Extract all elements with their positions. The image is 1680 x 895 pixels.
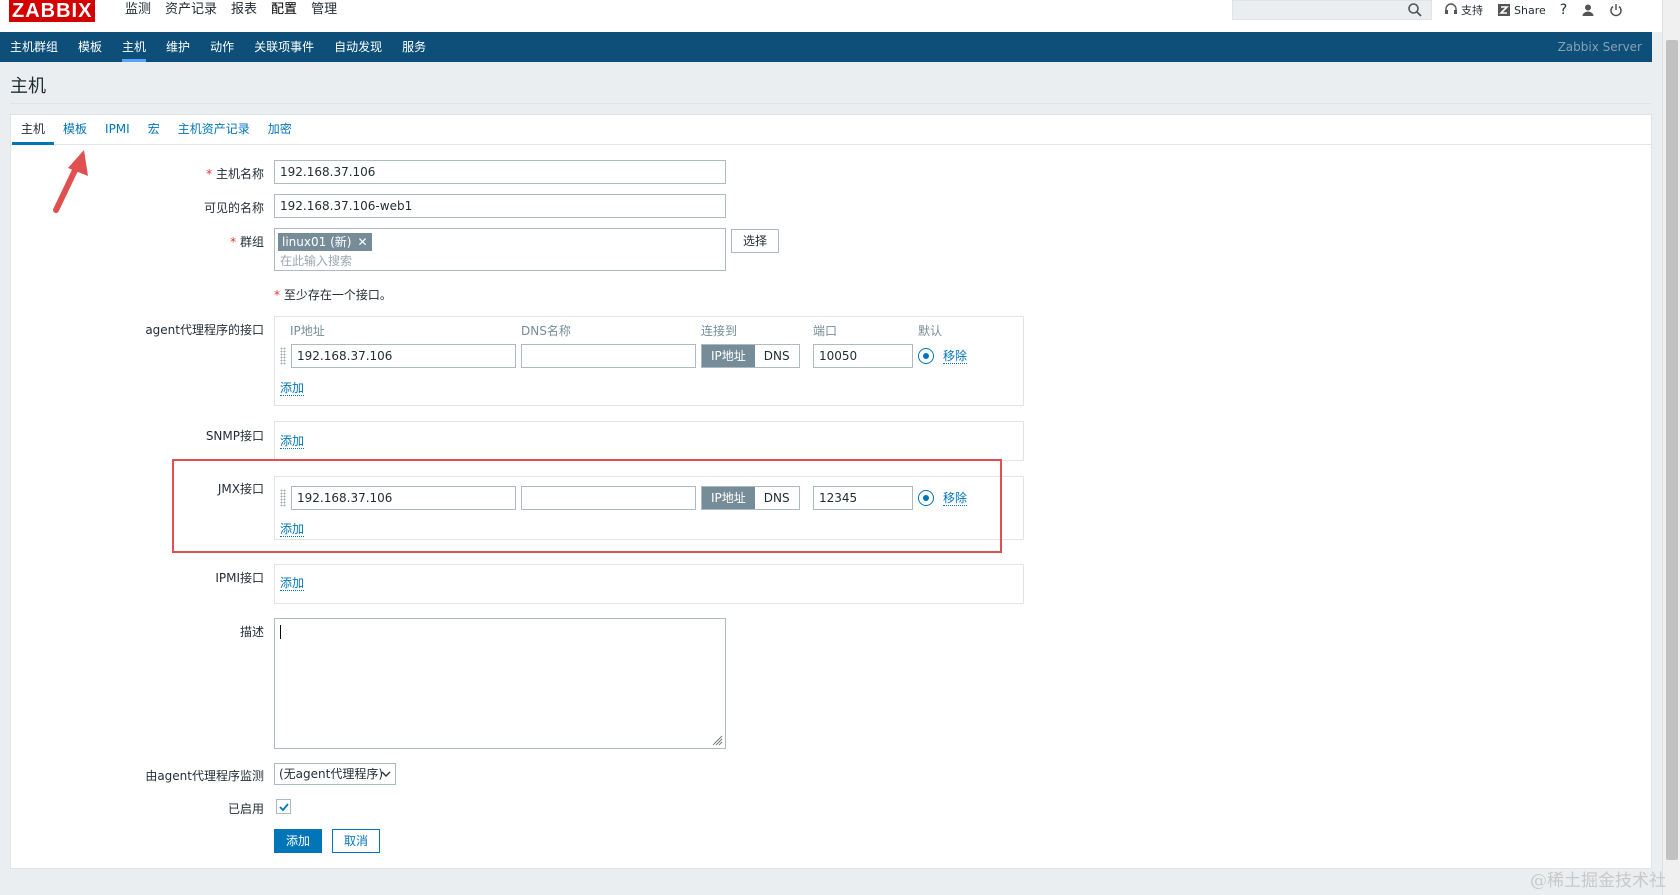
subnav-discovery[interactable]: 自动发现 xyxy=(324,32,392,62)
headset-icon xyxy=(1445,3,1457,14)
group-search-placeholder[interactable]: 在此输入搜索 xyxy=(280,252,352,269)
search-input[interactable] xyxy=(1232,0,1432,20)
subnav-hosts[interactable]: 主机 xyxy=(112,32,156,62)
share-link[interactable]: Share xyxy=(1497,3,1546,17)
remove-chip-icon[interactable]: ✕ xyxy=(357,233,367,251)
chevron-down-icon xyxy=(381,771,391,777)
agent-connect-toggle[interactable]: IP地址 DNS xyxy=(701,344,800,368)
menu-inventory[interactable]: 资产记录 xyxy=(158,0,224,32)
menu-reports[interactable]: 报表 xyxy=(224,0,264,32)
subnav-templates[interactable]: 模板 xyxy=(68,32,112,62)
support-label: 支持 xyxy=(1461,4,1483,17)
tab-encryption[interactable]: 加密 xyxy=(259,114,301,144)
share-label: Share xyxy=(1514,3,1546,17)
red-arrow-annotation xyxy=(53,150,88,213)
menu-administration[interactable]: 管理 xyxy=(304,0,344,32)
subnav-maintenance[interactable]: 维护 xyxy=(156,32,200,62)
search-icon[interactable] xyxy=(1406,1,1424,19)
proxy-select[interactable]: (无agent代理程序) xyxy=(274,763,396,785)
page-title: 主机 xyxy=(10,76,46,97)
user-icon[interactable] xyxy=(1581,3,1595,17)
drag-handle-icon[interactable] xyxy=(280,347,286,365)
agent-connect-ip[interactable]: IP地址 xyxy=(702,345,755,367)
server-name: Zabbix Server xyxy=(1557,40,1642,54)
help-link[interactable]: ? xyxy=(1560,2,1567,18)
description-textarea[interactable] xyxy=(274,618,726,749)
red-highlight-box xyxy=(172,459,1002,553)
subnav-host-groups[interactable]: 主机群组 xyxy=(0,32,68,62)
visible-name-label: 可见的名称 xyxy=(203,201,264,215)
enabled-checkbox[interactable] xyxy=(276,799,291,814)
description-label: 描述 xyxy=(239,625,264,639)
interface-note: * 至少存在一个接口。 xyxy=(274,288,392,302)
agent-default-radio[interactable] xyxy=(918,348,934,364)
ipmi-interfaces-box xyxy=(274,564,1024,604)
proxy-label: 由agent代理程序监测 xyxy=(145,769,264,783)
snmp-interfaces-box xyxy=(274,421,1024,461)
ipmi-interfaces-label: IPMI接口 xyxy=(215,571,264,585)
zabbix-logo[interactable]: ZABBIX xyxy=(9,0,96,22)
proxy-select-value: (无agent代理程序) xyxy=(279,767,384,781)
tab-host[interactable]: 主机 xyxy=(12,114,55,145)
agent-remove-link[interactable]: 移除 xyxy=(943,349,968,364)
col-port-header: 端口 xyxy=(813,324,838,338)
resize-handle-icon[interactable] xyxy=(711,734,723,746)
col-dns-header: DNS名称 xyxy=(521,324,571,338)
title-divider xyxy=(10,103,1652,104)
snmp-interfaces-label: SNMP接口 xyxy=(205,429,264,443)
host-name-input[interactable]: 192.168.37.106 xyxy=(274,160,726,184)
tab-ipmi[interactable]: IPMI xyxy=(96,114,139,144)
header-links: 支持 Share ? xyxy=(1444,2,1623,18)
col-default-header: 默认 xyxy=(918,324,943,338)
agent-dns-input[interactable] xyxy=(521,344,696,368)
group-chip[interactable]: linux01 (新) ✕ xyxy=(278,233,372,251)
checkmark-icon xyxy=(279,803,289,812)
col-ip-header: IP地址 xyxy=(290,324,325,338)
agent-port-input[interactable]: 10050 xyxy=(813,344,913,368)
top-header: ZABBIX 监测 资产记录 报表 配置 管理 支持 Share ? xyxy=(0,0,1680,44)
select-group-button[interactable]: 选择 xyxy=(731,229,779,253)
agent-add-link[interactable]: 添加 xyxy=(280,381,305,396)
group-chip-label: linux01 (新) xyxy=(282,235,352,249)
host-name-label: * 主机名称 xyxy=(206,167,264,181)
col-connect-header: 连接到 xyxy=(701,324,738,338)
sub-navigation: 主机群组 模板 主机 维护 动作 关联项事件 自动发现 服务 Zabbix Se… xyxy=(0,32,1652,62)
add-button[interactable]: 添加 xyxy=(274,829,322,853)
cancel-button[interactable]: 取消 xyxy=(332,829,380,853)
agent-connect-dns[interactable]: DNS xyxy=(754,345,799,367)
text-cursor xyxy=(280,625,281,639)
support-link[interactable]: 支持 xyxy=(1444,2,1483,18)
ipmi-add-link[interactable]: 添加 xyxy=(280,576,305,591)
tab-macros[interactable]: 宏 xyxy=(139,114,169,144)
page-scrollbar[interactable] xyxy=(1662,0,1680,895)
subnav-actions[interactable]: 动作 xyxy=(200,32,244,62)
menu-configuration[interactable]: 配置 xyxy=(264,0,304,44)
tab-inventory[interactable]: 主机资产记录 xyxy=(169,114,259,144)
power-icon[interactable] xyxy=(1609,3,1623,17)
groups-label: * 群组 xyxy=(230,235,264,249)
watermark: @稀土掘金技术社区 xyxy=(1530,871,1666,891)
snmp-add-link[interactable]: 添加 xyxy=(280,434,305,449)
subnav-services[interactable]: 服务 xyxy=(392,32,436,62)
main-menu: 监测 资产记录 报表 配置 管理 xyxy=(118,0,344,44)
visible-name-input[interactable]: 192.168.37.106-web1 xyxy=(274,194,726,218)
agent-interfaces-label: agent代理程序的接口 xyxy=(145,323,264,337)
form-tabs: 主机 模板 IPMI 宏 主机资产记录 加密 xyxy=(10,114,1652,145)
agent-ip-input[interactable]: 192.168.37.106 xyxy=(291,344,516,368)
menu-monitoring[interactable]: 监测 xyxy=(118,0,158,32)
subnav-correlation[interactable]: 关联项事件 xyxy=(244,32,324,62)
tab-templates[interactable]: 模板 xyxy=(54,114,96,144)
enabled-label: 已启用 xyxy=(227,802,264,816)
scrollbar-thumb[interactable] xyxy=(1666,40,1678,860)
share-z-icon xyxy=(1498,4,1510,16)
